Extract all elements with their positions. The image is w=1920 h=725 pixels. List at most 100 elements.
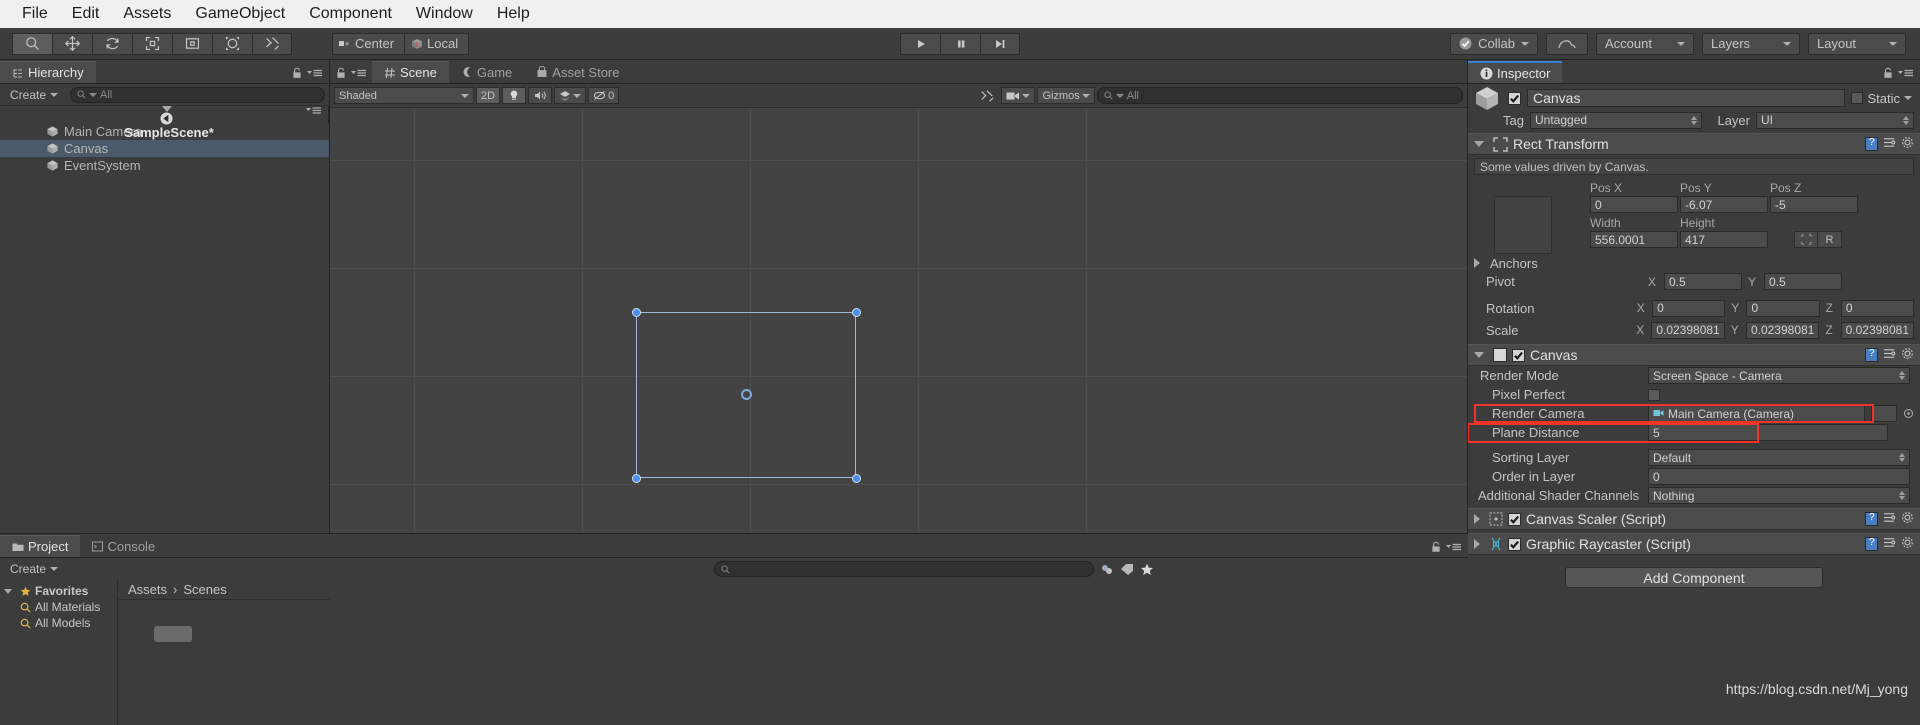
pivot-x-input[interactable]: 0.5 [1664,273,1742,290]
layers-button[interactable]: Layers [1702,32,1800,55]
order-in-layer-input[interactable]: 0 [1648,468,1910,485]
menu-item-window[interactable]: Window [404,5,485,23]
scene-viewport[interactable] [330,108,1467,533]
project-favorite-all-materials[interactable]: All Materials [0,599,117,615]
menu-item-help[interactable]: Help [485,5,542,23]
project-favorite-all-models[interactable]: All Models [0,615,117,631]
scale-z-input[interactable]: 0.02398081 [1840,321,1914,339]
canvas-enabled-checkbox[interactable] [1512,348,1525,362]
layout-button[interactable]: Layout [1808,32,1906,55]
chevron-right-icon[interactable] [1474,258,1480,268]
pos-y-input[interactable]: -6.07 [1680,196,1768,213]
panel-menu-icon[interactable] [351,68,367,78]
preset-icon[interactable] [1883,136,1896,152]
scene-lighting-toggle[interactable] [502,87,527,104]
gear-icon[interactable] [1901,136,1914,152]
project-favorites-root[interactable]: Favorites [0,583,117,599]
tab-console[interactable]: Console [80,535,167,557]
project-asset-area[interactable] [330,580,1468,725]
transform-tool-button[interactable] [212,32,252,55]
panel-menu-icon[interactable] [1898,68,1914,78]
add-component-button[interactable]: Add Component [1565,567,1823,588]
chevron-right-icon[interactable] [1474,514,1480,524]
preset-icon[interactable] [1883,347,1896,363]
project-create-button[interactable]: Create [4,561,64,577]
account-button[interactable]: Account [1596,32,1694,55]
width-input[interactable]: 556.0001 [1590,231,1678,248]
rect-tool-button[interactable] [172,32,212,55]
lock-icon[interactable] [336,67,346,79]
pos-z-input[interactable]: -5 [1770,196,1858,213]
render-camera-object-field[interactable]: Main Camera (Camera) [1648,405,1865,422]
object-name-input[interactable]: Canvas [1527,89,1846,107]
raw-edit-button[interactable]: R [1818,231,1842,248]
anchors-row[interactable]: Anchors [1468,254,1920,272]
cloud-button[interactable] [1546,32,1588,55]
scene-camera-dropdown[interactable] [1001,87,1036,104]
scene-effects-dropdown[interactable] [554,87,587,104]
rect-transform-header[interactable]: Rect Transform [1468,133,1920,155]
tab-asset-store[interactable]: Asset Store [524,61,631,83]
anchor-preview[interactable] [1494,196,1552,254]
gear-icon[interactable] [1901,536,1914,552]
lock-icon[interactable] [292,67,302,79]
object-enabled-checkbox[interactable] [1508,91,1521,105]
pause-button[interactable] [940,32,980,55]
custom-tool-button[interactable] [252,32,292,55]
chevron-down-icon[interactable] [1904,96,1912,100]
tab-game[interactable]: Game [449,61,524,83]
scale-tool-button[interactable] [132,32,172,55]
tab-hierarchy[interactable]: Hierarchy [0,61,96,83]
canvas-scaler-enabled-checkbox[interactable] [1508,512,1521,526]
hand-tool-button[interactable] [12,32,52,55]
menu-item-edit[interactable]: Edit [60,5,112,23]
scene-audio-toggle[interactable] [528,87,553,104]
scene-2d-toggle[interactable]: 2D [476,87,501,104]
tab-inspector[interactable]: Inspector [1468,61,1563,83]
graphic-raycaster-header[interactable]: Graphic Raycaster (Script) [1468,533,1920,555]
graphic-raycaster-enabled-checkbox[interactable] [1508,537,1521,551]
step-button[interactable] [980,32,1020,55]
preset-icon[interactable] [1883,511,1896,527]
height-input[interactable]: 417 [1680,231,1768,248]
gear-icon[interactable] [1901,511,1914,527]
menu-item-assets[interactable]: Assets [111,5,183,23]
scale-x-input[interactable]: 0.02398081 [1651,321,1725,339]
help-icon[interactable] [1865,512,1878,526]
filter-type-icon[interactable] [1100,563,1114,576]
tab-scene[interactable]: Scene [372,61,449,83]
scene-menu-icon[interactable] [306,106,322,115]
target-select-icon[interactable] [1903,408,1914,419]
lock-icon[interactable] [1431,541,1441,553]
space-mode-button[interactable]: Local [404,32,470,55]
collab-button[interactable]: Collab [1450,32,1538,55]
play-button[interactable] [900,32,940,55]
breadcrumb-scenes[interactable]: Scenes [183,582,226,597]
rotation-z-input[interactable]: 0 [1840,299,1915,317]
render-camera-picker[interactable] [1871,405,1897,422]
render-mode-dropdown[interactable]: Screen Space - Camera [1648,367,1910,384]
canvas-scaler-header[interactable]: Canvas Scaler (Script) [1468,508,1920,530]
blueprint-mode-button[interactable] [1794,231,1818,248]
chevron-right-icon[interactable] [1474,539,1480,549]
resize-handle-bottom-right[interactable] [852,474,861,483]
plane-distance-input[interactable]: 5 [1648,424,1888,441]
scene-shading-dropdown[interactable]: Shaded [334,87,474,104]
canvas-component-header[interactable]: Canvas [1468,344,1920,366]
chevron-down-icon[interactable] [1474,141,1484,147]
scene-tools-button[interactable] [975,87,999,104]
pivot-mode-button[interactable]: Center [332,32,405,55]
chevron-down-icon[interactable] [4,588,12,594]
breadcrumb-assets[interactable]: Assets [128,582,167,597]
resize-handle-top-left[interactable] [632,308,641,317]
move-tool-button[interactable] [52,32,92,55]
asset-thumbnail[interactable] [154,626,192,642]
static-toggle[interactable]: Static [1851,91,1912,106]
pos-x-input[interactable]: 0 [1590,196,1678,213]
help-icon[interactable] [1865,137,1878,151]
rotation-x-input[interactable]: 0 [1652,299,1726,317]
preset-icon[interactable] [1883,536,1896,552]
filter-favorite-icon[interactable] [1140,563,1154,576]
filter-label-icon[interactable] [1120,563,1134,576]
static-checkbox[interactable] [1851,92,1864,104]
